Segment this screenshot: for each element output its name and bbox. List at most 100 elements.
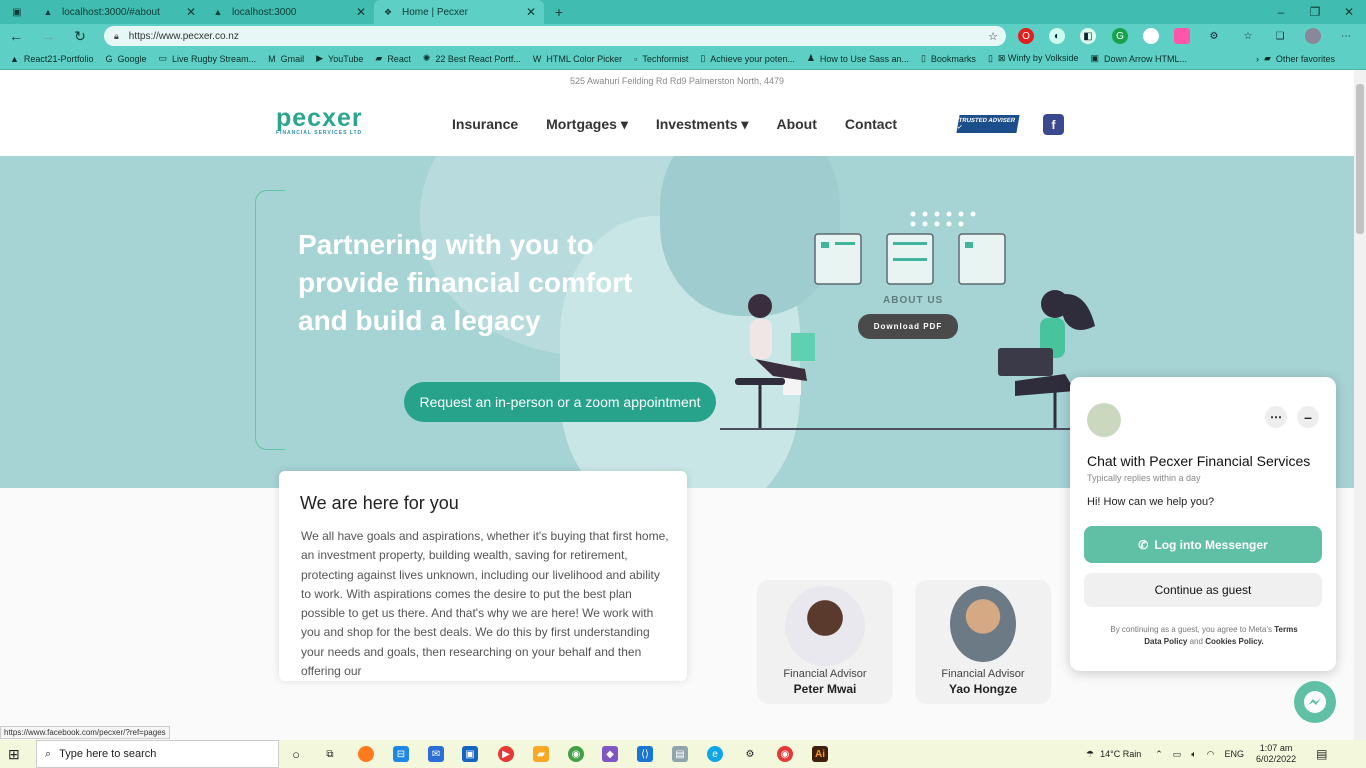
bookmark-item[interactable]: ▯ ⊠ Winfy by Volkside: [988, 53, 1079, 64]
nav-investments[interactable]: Investments ▾: [656, 116, 749, 133]
weather-text[interactable]: 14°C Rain: [1100, 749, 1141, 759]
bookmark-item[interactable]: W HTML Color Picker: [533, 54, 622, 64]
file-explorer-icon[interactable]: ▰: [533, 746, 549, 762]
refresh-icon[interactable]: ↻: [64, 28, 96, 45]
bookmark-item[interactable]: ▯ Bookmarks: [921, 53, 976, 64]
bookmark-label: How to Use Sass an...: [819, 53, 909, 64]
chrome-icon[interactable]: ◉: [777, 746, 793, 762]
bookmark-item[interactable]: ▶ YouTube: [316, 53, 363, 64]
site-logo[interactable]: pecxer FINANCIAL SERVICES LTD: [276, 106, 372, 137]
download-pdf-button[interactable]: Download PDF: [858, 314, 958, 339]
advisor-card[interactable]: Financial Advisor Yao Hongze: [915, 580, 1051, 704]
language-indicator[interactable]: ENG: [1225, 749, 1245, 759]
tab-1[interactable]: ▲ localhost:3000/#about ✕: [34, 0, 204, 24]
favorites-icon[interactable]: ☆: [1240, 28, 1256, 44]
tab-actions-icon[interactable]: ▣: [0, 0, 34, 24]
url-text: https://www.pecxer.co.nz: [128, 30, 239, 42]
firefox-icon[interactable]: [358, 746, 374, 762]
chat-title: Chat with Pecxer Financial Services: [1087, 453, 1311, 469]
chevron-right-icon: ›: [1256, 53, 1259, 64]
login-messenger-button[interactable]: ✆ Log into Messenger: [1084, 526, 1322, 563]
messenger-launcher-button[interactable]: [1294, 681, 1336, 723]
extension-icon[interactable]: ◧: [1080, 28, 1096, 44]
bookmark-label: React21-Portfolio: [23, 53, 94, 64]
nav-mortgages[interactable]: Mortgages ▾: [546, 116, 628, 133]
taskbar-search-box[interactable]: ⌕ Type here to search: [36, 740, 279, 768]
cortana-icon[interactable]: ○: [288, 746, 304, 762]
nav-contact[interactable]: Contact: [845, 116, 897, 133]
edge-icon[interactable]: e: [707, 746, 723, 762]
chrome-icon[interactable]: ◉: [568, 746, 584, 762]
facebook-icon[interactable]: f: [1043, 114, 1064, 135]
volume-icon[interactable]: 🔈︎: [1191, 749, 1196, 760]
about-card: We are here for you We all have goals an…: [279, 471, 687, 681]
advisor-card[interactable]: Financial Advisor Peter Mwai: [757, 580, 893, 704]
grammarly-icon[interactable]: G: [1112, 28, 1128, 44]
minimize-chat-icon[interactable]: –: [1297, 406, 1319, 428]
tab-2[interactable]: ▲ localhost:3000 ✕: [204, 0, 374, 24]
page-scrollbar[interactable]: [1354, 70, 1366, 740]
media-icon[interactable]: ▶: [498, 746, 514, 762]
collections-icon[interactable]: ❏: [1272, 28, 1288, 44]
more-options-icon[interactable]: ⋯: [1265, 406, 1287, 428]
more-menu-icon[interactable]: ⋯: [1338, 28, 1354, 44]
other-favorites[interactable]: › ▰ Other favorites: [1256, 53, 1335, 64]
photos-icon[interactable]: ▣: [462, 746, 478, 762]
clock[interactable]: 1:07 am 6/02/2022: [1256, 743, 1296, 765]
profile-extension-icon[interactable]: [1143, 28, 1159, 44]
settings-icon[interactable]: ⚙: [742, 746, 758, 762]
avatar[interactable]: [1305, 28, 1321, 44]
new-tab-button[interactable]: +: [544, 0, 574, 24]
extension-icon[interactable]: ◐: [1049, 28, 1065, 44]
back-icon[interactable]: ←: [0, 28, 32, 44]
bookmark-item[interactable]: ✺ 22 Best React Portf...: [423, 53, 521, 64]
chevron-up-icon[interactable]: ⌃: [1155, 749, 1163, 760]
cookies-policy-link[interactable]: Cookies Policy.: [1205, 637, 1264, 646]
close-window-icon[interactable]: ✕: [1332, 0, 1366, 24]
maximize-icon[interactable]: ❐: [1298, 0, 1332, 24]
advisor-photo: [950, 586, 1016, 662]
triangle-icon: ▲: [43, 7, 53, 17]
extensions-icon[interactable]: ⚙: [1206, 28, 1222, 44]
bookmark-item[interactable]: ▭ Live Rugby Stream...: [159, 53, 257, 64]
app-icon[interactable]: ⊟: [393, 746, 409, 762]
app-icon[interactable]: ▤: [672, 746, 688, 762]
address-bar[interactable]: 🔒︎ https://www.pecxer.co.nz ☆: [104, 26, 1006, 46]
close-icon[interactable]: ✕: [356, 5, 366, 19]
wifi-icon[interactable]: ◠: [1207, 749, 1215, 760]
task-view-icon[interactable]: ⧉: [322, 746, 338, 762]
mail-icon[interactable]: ✉: [428, 746, 444, 762]
appointment-button[interactable]: Request an in-person or a zoom appointme…: [404, 382, 716, 422]
tab-title: localhost:3000/#about: [62, 6, 160, 18]
opera-extension-icon[interactable]: O: [1018, 28, 1034, 44]
app-icon[interactable]: ◆: [602, 746, 618, 762]
close-icon[interactable]: ✕: [186, 5, 196, 19]
favorite-star-icon[interactable]: ☆: [988, 30, 998, 43]
bookmark-item[interactable]: ▲ React21-Portfolio: [10, 54, 93, 64]
bookmark-item[interactable]: G Google: [105, 54, 146, 64]
bookmark-item[interactable]: ▯ Achieve your poten...: [700, 53, 795, 64]
close-icon[interactable]: ✕: [526, 5, 536, 19]
terms-link[interactable]: Terms: [1274, 625, 1297, 634]
nav-about[interactable]: About: [776, 116, 816, 133]
hero-headline: Partnering with you to provide financial…: [298, 229, 633, 336]
scrollbar-thumb[interactable]: [1356, 84, 1364, 234]
network-icon[interactable]: ▭: [1173, 749, 1182, 760]
data-policy-link[interactable]: Data Policy: [1144, 637, 1187, 646]
continue-guest-button[interactable]: Continue as guest: [1084, 573, 1322, 607]
tab-3[interactable]: ❖ Home | Pecxer ✕: [374, 0, 544, 24]
nav-insurance[interactable]: Insurance: [452, 116, 518, 133]
windows-start-icon[interactable]: ⊞: [8, 746, 20, 763]
forward-icon[interactable]: →: [32, 28, 64, 44]
extension-icon[interactable]: [1174, 28, 1190, 44]
minimize-icon[interactable]: –: [1264, 0, 1298, 24]
bookmark-item[interactable]: M Gmail: [268, 54, 304, 64]
bookmark-item[interactable]: ▰ React: [375, 53, 410, 64]
bookmark-icon: ▣: [1090, 53, 1099, 63]
bookmark-item[interactable]: ▣ Down Arrow HTML...: [1090, 53, 1187, 64]
illustrator-icon[interactable]: Ai: [812, 746, 828, 762]
vscode-icon[interactable]: ⟨⟩: [637, 746, 653, 762]
notifications-icon[interactable]: ▤: [1316, 747, 1327, 761]
bookmark-item[interactable]: ▫ Techformist: [634, 54, 688, 64]
bookmark-item[interactable]: ♟ How to Use Sass an...: [807, 53, 909, 64]
